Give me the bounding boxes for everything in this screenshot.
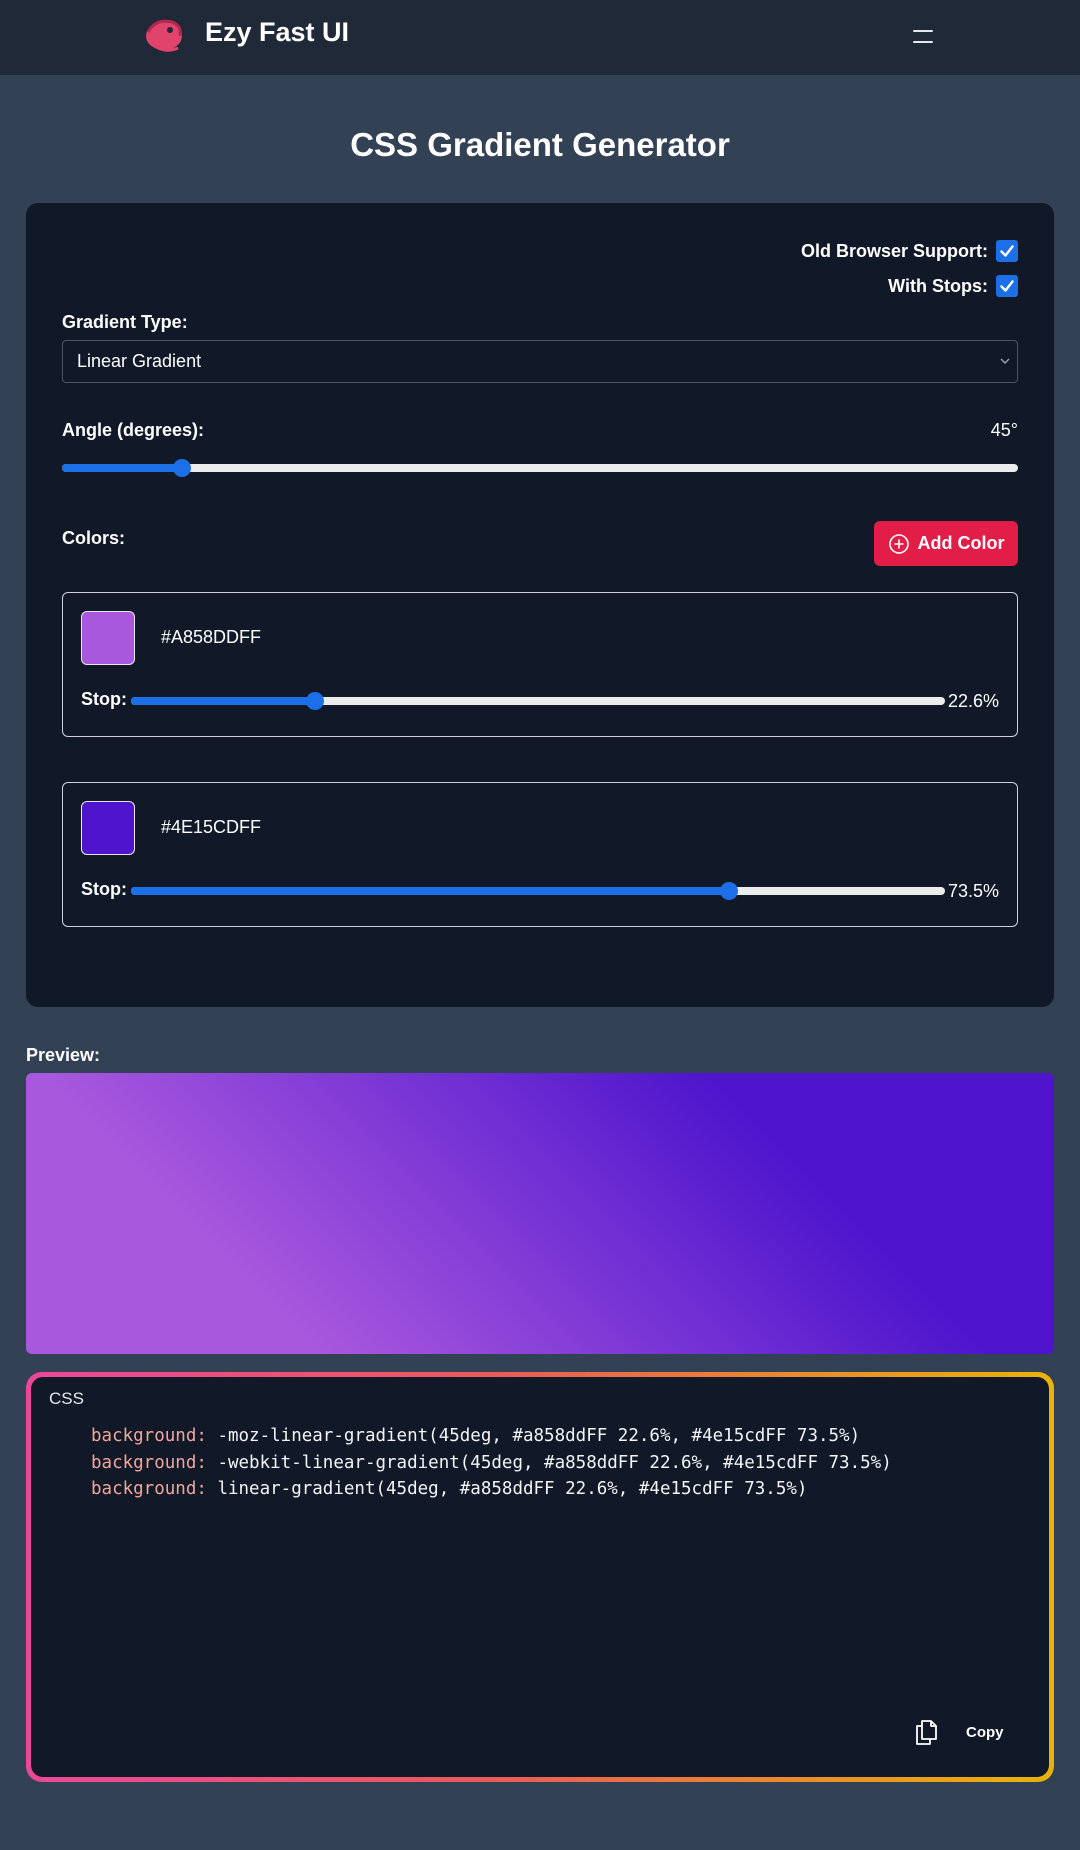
copy-icon [916,1720,937,1745]
color-swatch[interactable] [81,611,135,665]
color-swatch[interactable] [81,801,135,855]
copy-button[interactable]: Copy [914,1719,1004,1745]
brand-name[interactable]: Ezy Fast UI [205,17,349,48]
add-color-label: Add Color [917,533,1005,553]
gradient-type-label: Gradient Type: [62,312,188,332]
gradient-type-value: Linear Gradient [77,351,202,371]
copy-label: Copy [966,1723,1004,1741]
with-stops-checkbox[interactable] [996,275,1018,297]
stop-value: 22.6% [947,691,999,711]
color-hex: #A858DDFF [161,627,262,647]
plus-circle-icon [888,533,909,554]
preview-label: Preview: [26,1045,101,1065]
hamburger-menu-icon[interactable] [911,26,935,48]
colors-label: Colors: [62,528,125,548]
logo-icon[interactable] [142,14,186,56]
stop-slider-thumb[interactable] [720,882,739,900]
with-stops-option: With Stops: [888,275,1018,297]
angle-slider-thumb[interactable] [172,459,191,477]
checkmark-icon [1000,280,1014,292]
old-browser-label: Old Browser Support: [800,240,988,261]
chevron-down-icon [1000,358,1010,364]
stop-label: Stop: [81,689,127,709]
code-property: background: [91,1426,207,1446]
gradient-type-select[interactable]: Linear Gradient [62,340,1018,383]
css-output-title: CSS [49,1389,84,1408]
top-navbar: Ezy Fast UI [0,0,1080,75]
stop-slider-thumb[interactable] [305,692,324,710]
old-browser-option: Old Browser Support: [801,240,1018,262]
gradient-preview [26,1073,1054,1354]
angle-slider[interactable] [62,459,1018,477]
code-property: background: [91,1479,207,1499]
stop-label: Stop: [81,879,127,899]
code-value: -moz-linear-gradient(45deg, #a858ddFF 22… [206,1426,861,1446]
code-value: -webkit-linear-gradient(45deg, #a858ddFF… [206,1452,892,1473]
angle-value: 45° [990,420,1018,440]
stop-slider[interactable] [131,692,945,710]
color-stop-card: #A858DDFF Stop: 22.6% [62,592,1018,737]
code-line: background: -moz-linear-gradient(45deg, … [91,1423,892,1450]
code-property: background: [91,1452,207,1473]
css-output-box: CSS background: -moz-linear-gradient(45d… [26,1372,1054,1782]
with-stops-label: With Stops: [888,275,988,296]
page-title: CSS Gradient Generator [350,126,730,163]
generator-panel: Old Browser Support: With Stops: Gradien… [26,203,1054,1007]
stop-slider[interactable] [131,882,945,900]
checkmark-icon [1000,245,1014,257]
color-stop-card: #4E15CDFF Stop: 73.5% [62,782,1018,927]
stop-value: 73.5% [947,881,999,901]
code-line: background: -webkit-linear-gradient(45de… [91,1450,892,1477]
angle-label: Angle (degrees): [62,420,205,440]
add-color-button[interactable]: Add Color [874,521,1018,566]
css-code-block[interactable]: background: -moz-linear-gradient(45deg, … [91,1423,892,1503]
code-line: background: linear-gradient(45deg, #a858… [91,1476,892,1503]
code-value: linear-gradient(45deg, #a858ddFF 22.6%, … [206,1479,808,1499]
color-hex: #4E15CDFF [161,817,262,837]
old-browser-checkbox[interactable] [996,240,1018,262]
